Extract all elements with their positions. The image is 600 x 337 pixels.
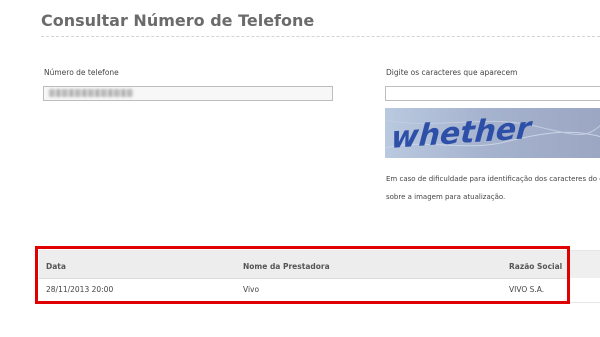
captcha-input[interactable] <box>385 86 600 101</box>
captcha-help-line-2: sobre a imagem para atualização. <box>386 193 506 201</box>
captcha-graphic: whether <box>385 111 600 156</box>
captcha-help-text: Em caso de dificuldade para identificaçã… <box>386 170 600 206</box>
phone-number-label: Número de telefone <box>44 68 119 77</box>
captcha-help-line-1: Em caso de dificuldade para identificaçã… <box>386 175 600 183</box>
captcha-text: whether <box>390 111 534 156</box>
captcha-label: Digite os caracteres que aparecem <box>386 68 518 77</box>
title-divider <box>41 36 600 37</box>
captcha-image[interactable]: whether <box>385 108 600 158</box>
highlight-frame <box>35 246 570 304</box>
results-header-continuation <box>570 251 600 278</box>
page-title: Consultar Número de Telefone <box>41 11 315 30</box>
phone-number-redacted <box>49 89 133 97</box>
